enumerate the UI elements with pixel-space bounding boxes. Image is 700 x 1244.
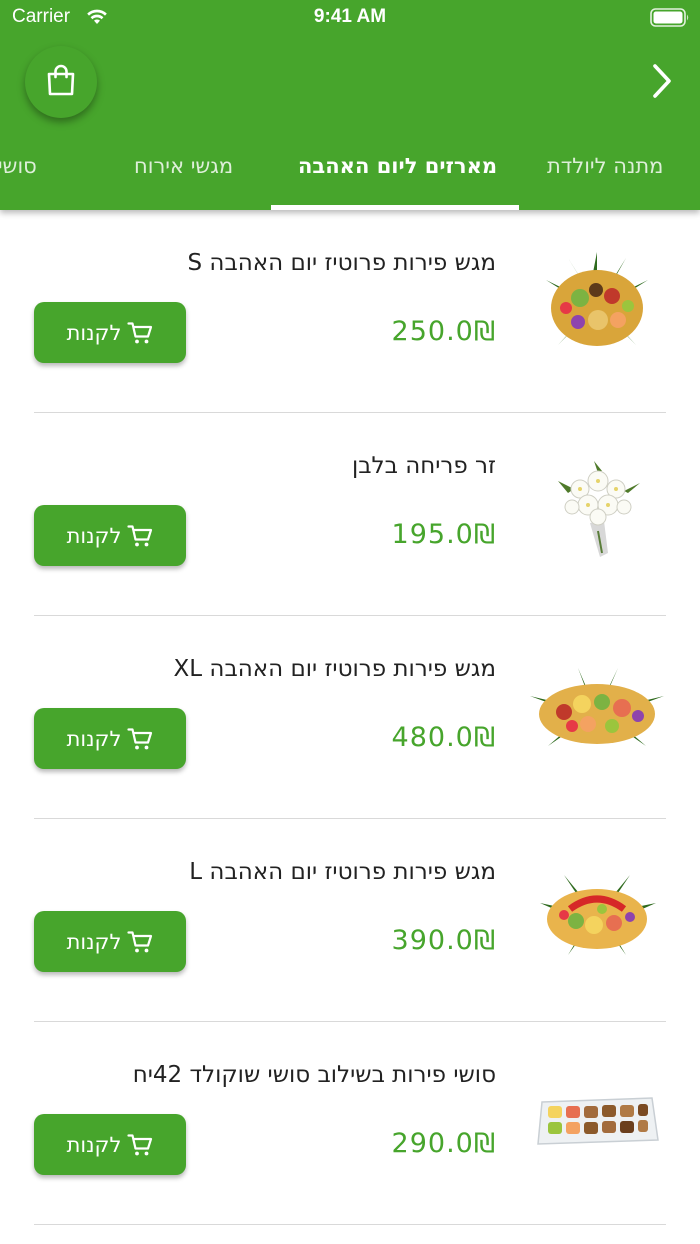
- buy-button[interactable]: לקנות: [34, 302, 186, 363]
- tab-fruit-sushi[interactable]: סושי פירות: [0, 154, 37, 178]
- active-tab-indicator: [271, 205, 519, 210]
- product-name: סושי פירות בשילוב סושי שוקולד 42יח: [132, 1062, 496, 1088]
- product-list: מגש פירות פרוטיז יום האהבה S 250.0₪ לקנו…: [0, 210, 700, 1225]
- cart-button[interactable]: [25, 46, 97, 118]
- buy-button[interactable]: לקנות: [34, 1114, 186, 1175]
- shopping-bag-icon: [44, 63, 78, 101]
- tab-valentines-packages[interactable]: מארזים ליום האהבה: [298, 154, 497, 178]
- buy-label: לקנות: [66, 523, 122, 548]
- buy-button[interactable]: לקנות: [34, 505, 186, 566]
- buy-button[interactable]: לקנות: [34, 911, 186, 972]
- list-item[interactable]: זר פריחה בלבן 195.0₪ לקנות: [0, 413, 700, 616]
- buy-label: לקנות: [66, 1132, 122, 1157]
- buy-label: לקנות: [66, 929, 122, 954]
- list-item[interactable]: מגש פירות פרוטיז יום האהבה S 250.0₪ לקנו…: [0, 210, 700, 413]
- category-tabs: מתנה ליולדת מארזים ליום האהבה מגשי אירוח…: [0, 140, 700, 210]
- list-item[interactable]: מגש פירות פרוטיז יום האהבה L 390.0₪ לקנו…: [0, 819, 700, 1022]
- product-name: זר פריחה בלבן: [351, 453, 496, 479]
- cart-icon: [127, 1133, 153, 1157]
- tab-hosting-platters[interactable]: מגשי אירוח: [134, 154, 233, 178]
- product-image: [528, 859, 666, 969]
- buy-button[interactable]: לקנות: [34, 708, 186, 769]
- product-price: 390.0₪: [391, 925, 496, 956]
- product-name: מגש פירות פרוטיז יום האהבה XL: [173, 656, 496, 682]
- product-name: מגש פירות פרוטיז יום האהבה L: [189, 859, 496, 885]
- chevron-right-icon[interactable]: [650, 62, 674, 104]
- status-bar: Carrier 9:41 AM: [0, 0, 700, 40]
- product-price: 290.0₪: [391, 1128, 496, 1159]
- battery-icon: [650, 8, 690, 31]
- divider: [34, 1224, 666, 1225]
- product-image: [528, 250, 666, 360]
- app-header: Carrier 9:41 AM מתנה ליולדת מארזים ליום …: [0, 0, 700, 210]
- clock: 9:41 AM: [313, 6, 387, 27]
- list-item[interactable]: מגש פירות פרוטיז יום האהבה XL 480.0₪ לקנ…: [0, 616, 700, 819]
- buy-label: לקנות: [66, 726, 122, 751]
- product-image: [528, 1062, 666, 1172]
- cart-icon: [127, 727, 153, 751]
- cart-icon: [127, 321, 153, 345]
- cart-icon: [127, 930, 153, 954]
- product-price: 480.0₪: [391, 722, 496, 753]
- buy-label: לקנות: [66, 320, 122, 345]
- product-image: [528, 656, 666, 766]
- product-image: [528, 453, 666, 563]
- tab-newborn-gift[interactable]: מתנה ליולדת: [547, 154, 663, 178]
- product-price: 195.0₪: [391, 519, 496, 550]
- product-name: מגש פירות פרוטיז יום האהבה S: [187, 250, 497, 276]
- product-price: 250.0₪: [391, 316, 496, 347]
- list-item[interactable]: סושי פירות בשילוב סושי שוקולד 42יח 290.0…: [0, 1022, 700, 1225]
- cart-icon: [127, 524, 153, 548]
